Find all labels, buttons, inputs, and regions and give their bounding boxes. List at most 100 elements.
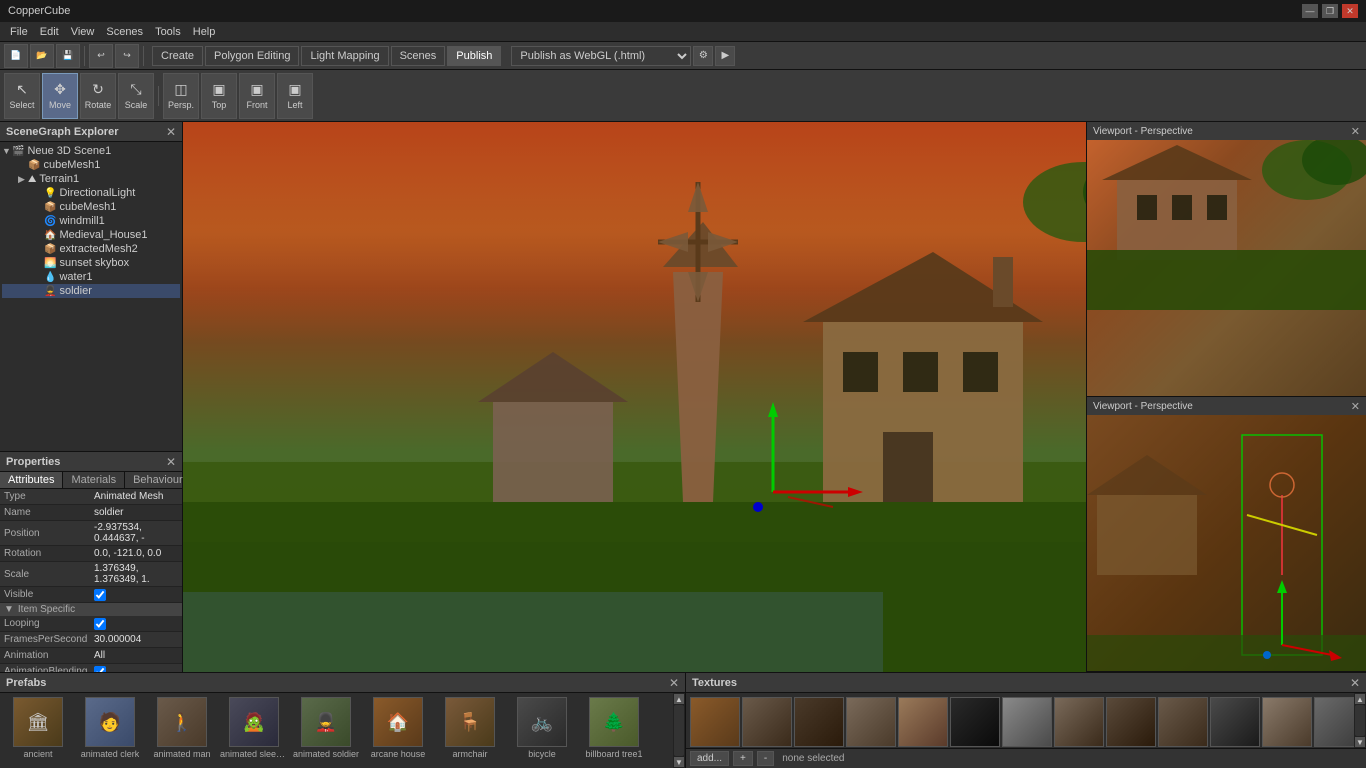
texture-thumb-3[interactable] <box>794 697 844 747</box>
textures-scroll-up[interactable]: ▲ <box>1355 694 1365 704</box>
tab-create[interactable]: Create <box>152 46 203 66</box>
scene-icon: 🎬 <box>12 146 24 157</box>
move-tool-button[interactable]: ✥ Move <box>42 73 78 119</box>
front-view-button[interactable]: ▣ Front <box>239 73 275 119</box>
tab-materials[interactable]: Materials <box>63 472 125 488</box>
textures-close[interactable]: ✕ <box>1350 676 1360 690</box>
close-button[interactable]: ✕ <box>1342 4 1358 18</box>
texture-thumb-12[interactable] <box>1262 697 1312 747</box>
scale-tool-button[interactable]: ⤡ Scale <box>118 73 154 119</box>
tree-item-skybox[interactable]: 🌅 sunset skybox <box>2 256 180 270</box>
texture-plus-button[interactable]: + <box>733 751 753 766</box>
prefab-arcane[interactable]: 🏠 arcane house <box>364 697 432 759</box>
prop-value-position[interactable]: -2.937534, 0.444637, - <box>94 522 178 544</box>
properties-close[interactable]: ✕ <box>166 455 176 469</box>
texture-thumb-6[interactable] <box>950 697 1000 747</box>
publish-settings-button[interactable]: ⚙ <box>693 46 713 66</box>
minimize-button[interactable]: — <box>1302 4 1318 18</box>
tree-item-cubemesh1[interactable]: 📦 cubeMesh1 <box>2 158 180 172</box>
rotate-tool-button[interactable]: ↻ Rotate <box>80 73 116 119</box>
prefab-sleepwalker[interactable]: 🧟 animated sleepwalker <box>220 697 288 759</box>
tree-item-soldier[interactable]: 💂 soldier <box>2 284 180 298</box>
prop-checkbox-blending[interactable] <box>94 666 106 673</box>
tree-item-windmill[interactable]: 🌀 windmill1 <box>2 214 180 228</box>
publish-run-button[interactable]: ▶ <box>715 46 735 66</box>
menu-scenes[interactable]: Scenes <box>100 26 149 38</box>
viewport-main[interactable] <box>183 122 1086 672</box>
prop-value-fps[interactable]: 30.000004 <box>94 634 178 645</box>
prefab-animated-clerk[interactable]: 🧑 animated clerk <box>76 697 144 759</box>
texture-thumb-5[interactable] <box>898 697 948 747</box>
mini-viewport-1[interactable]: Viewport - Perspective ✕ <box>1087 122 1366 397</box>
persp-view-button[interactable]: ◫ Persp. <box>163 73 199 119</box>
new-button[interactable]: 📄 <box>4 44 28 68</box>
tree-item-cubemesh1b[interactable]: 📦 cubeMesh1 <box>2 200 180 214</box>
texture-thumb-13[interactable] <box>1314 697 1354 747</box>
restore-button[interactable]: ❐ <box>1322 4 1338 18</box>
prop-value-scale[interactable]: 1.376349, 1.376349, 1. <box>94 563 178 585</box>
mini-viewport-2-close[interactable]: ✕ <box>1351 400 1360 413</box>
mini-viewport-1-close[interactable]: ✕ <box>1351 125 1360 138</box>
menu-edit[interactable]: Edit <box>34 26 65 38</box>
tab-behaviour[interactable]: Behaviour <box>125 472 192 488</box>
textures-scroll-down[interactable]: ▼ <box>1355 737 1365 747</box>
tree-item-water[interactable]: 💧 water1 <box>2 270 180 284</box>
prefabs-content[interactable]: 🏛 ancient 🧑 animated clerk 🚶 animated ma… <box>0 693 673 768</box>
texture-thumb-9[interactable] <box>1106 697 1156 747</box>
prefab-armchair[interactable]: 🪑 armchair <box>436 697 504 759</box>
menu-help[interactable]: Help <box>187 26 222 38</box>
tree-item-terrain1[interactable]: ▶ ⛰ Terrain1 <box>2 172 180 186</box>
tab-light-mapping[interactable]: Light Mapping <box>301 46 388 66</box>
texture-thumb-10[interactable] <box>1158 697 1208 747</box>
undo-button[interactable]: ↩ <box>89 44 113 68</box>
mini-viewport-1-header: Viewport - Perspective ✕ <box>1087 122 1366 140</box>
texture-status: none selected <box>782 753 844 764</box>
tree-item-house[interactable]: 🏠 Medieval_House1 <box>2 228 180 242</box>
texture-thumb-8[interactable] <box>1054 697 1104 747</box>
open-button[interactable]: 📂 <box>30 44 54 68</box>
tree-item-scene[interactable]: ▼ 🎬 Neue 3D Scene1 <box>2 144 180 158</box>
prop-checkbox-looping[interactable] <box>94 618 106 630</box>
prefab-billboard[interactable]: 🌲 billboard tree1 <box>580 697 648 759</box>
texture-thumb-11[interactable] <box>1210 697 1260 747</box>
top-view-button[interactable]: ▣ Top <box>201 73 237 119</box>
tab-polygon-editing[interactable]: Polygon Editing <box>205 46 299 66</box>
prefabs-scroll-up[interactable]: ▲ <box>674 694 684 704</box>
scene-graph-close[interactable]: ✕ <box>166 125 176 139</box>
save-button[interactable]: 💾 <box>56 44 80 68</box>
scene-tree[interactable]: ▼ 🎬 Neue 3D Scene1 📦 cubeMesh1 ▶ ⛰ Terra… <box>0 142 182 451</box>
prefab-soldier[interactable]: 💂 animated soldier <box>292 697 360 759</box>
tree-item-dirlight[interactable]: 💡 DirectionalLight <box>2 186 180 200</box>
texture-thumb-4[interactable] <box>846 697 896 747</box>
textures-content[interactable] <box>686 693 1354 748</box>
left-view-button[interactable]: ▣ Left <box>277 73 313 119</box>
texture-thumb-7[interactable] <box>1002 697 1052 747</box>
prefab-bicycle[interactable]: 🚲 bicycle <box>508 697 576 759</box>
tab-publish[interactable]: Publish <box>447 46 501 66</box>
prefabs-close[interactable]: ✕ <box>669 676 679 690</box>
tree-item-extracted[interactable]: 📦 extractedMesh2 <box>2 242 180 256</box>
tab-attributes[interactable]: Attributes <box>0 472 63 488</box>
texture-thumb-1[interactable] <box>690 697 740 747</box>
menu-tools[interactable]: Tools <box>149 26 187 38</box>
menu-view[interactable]: View <box>65 26 101 38</box>
prefab-animated-man[interactable]: 🚶 animated man <box>148 697 216 759</box>
publish-select[interactable]: Publish as WebGL (.html) Publish as Wind… <box>511 46 691 66</box>
redo-button[interactable]: ↪ <box>115 44 139 68</box>
texture-thumb-2[interactable] <box>742 697 792 747</box>
mini-viewport-2-bg <box>1087 415 1366 671</box>
prop-value-name[interactable]: soldier <box>94 507 178 518</box>
prop-value-animation[interactable]: All <box>94 650 178 661</box>
texture-add-button[interactable]: add... <box>690 751 729 766</box>
prefabs-scroll-down[interactable]: ▼ <box>674 757 684 767</box>
mini-viewport-2[interactable]: Viewport - Perspective ✕ <box>1087 397 1366 672</box>
prop-row-blending: AnimationBlending <box>0 664 182 672</box>
prefab-ancient[interactable]: 🏛 ancient <box>4 697 72 759</box>
texture-minus-button[interactable]: - <box>757 751 774 766</box>
select-tool-button[interactable]: ↖ Select <box>4 73 40 119</box>
prop-checkbox-visible[interactable] <box>94 589 106 601</box>
prefab-label-armchair: armchair <box>452 749 487 759</box>
tab-scenes[interactable]: Scenes <box>391 46 446 66</box>
menu-file[interactable]: File <box>4 26 34 38</box>
prop-value-rotation[interactable]: 0.0, -121.0, 0.0 <box>94 548 178 559</box>
